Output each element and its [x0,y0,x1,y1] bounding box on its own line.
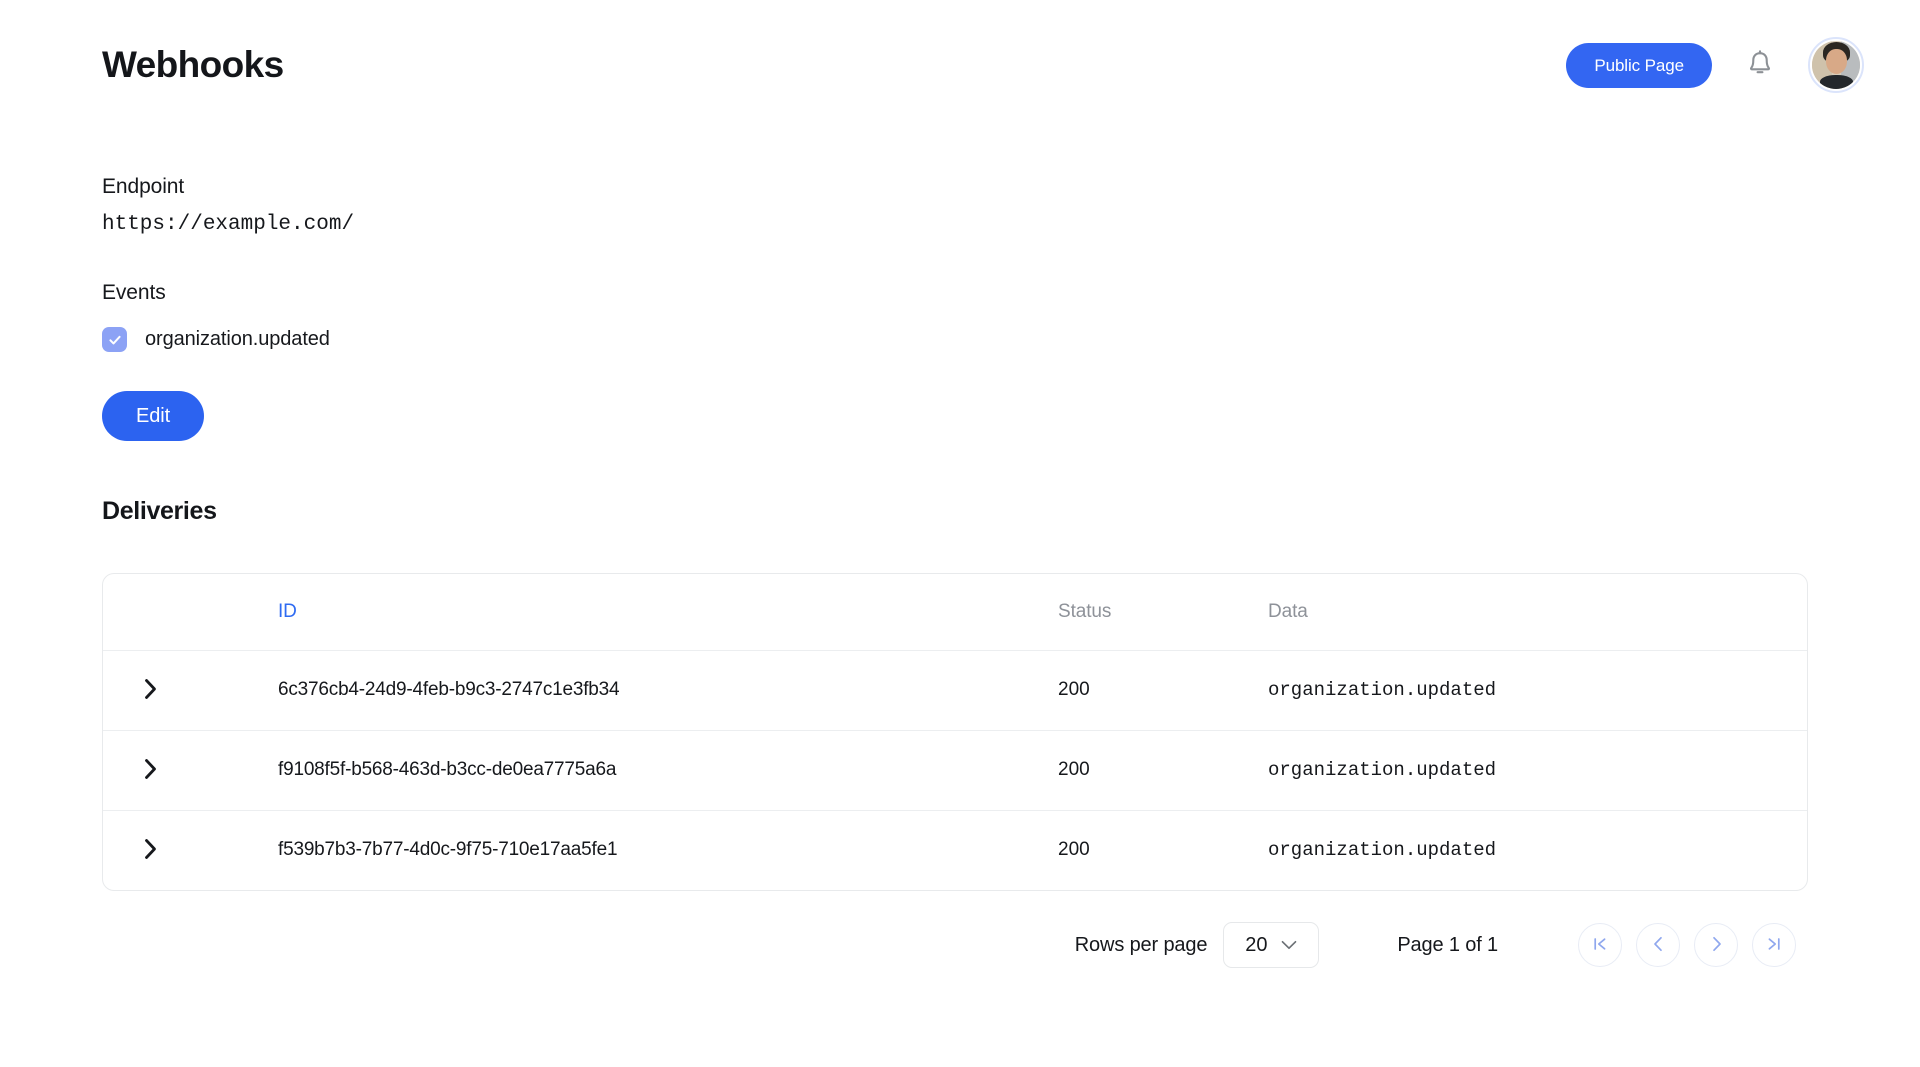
next-page-button[interactable] [1694,923,1738,967]
cell-data: organization.updated [1268,759,1497,781]
table-row[interactable]: f9108f5f-b568-463d-b3cc-de0ea7775a6a 200… [103,730,1807,810]
avatar-image [1812,41,1860,89]
cell-status: 200 [1058,759,1090,780]
first-page-button[interactable] [1578,923,1622,967]
events-section: Events organization.updated [102,281,1920,352]
cell-status: 200 [1058,839,1090,861]
rows-per-page-value: 20 [1245,933,1268,956]
cell-data: organization.updated [1268,679,1497,701]
cell-data: organization.updated [1268,839,1497,862]
table-row[interactable]: f539b7b3-7b77-4d0c-9f75-710e17aa5fe1 200… [103,810,1807,890]
column-header-data[interactable]: Data [1268,574,1807,650]
expand-row-button[interactable] [138,752,164,789]
chevron-right-icon [144,758,158,783]
edit-button[interactable]: Edit [102,391,205,441]
endpoint-value: https://example.com/ [102,213,355,236]
page-header: Webhooks Public Page [0,0,1920,130]
cell-id: f9108f5f-b568-463d-b3cc-de0ea7775a6a [278,759,617,780]
page-title: Webhooks [102,43,284,85]
table-row[interactable]: 6c376cb4-24d9-4feb-b9c3-2747c1e3fb34 200… [103,650,1807,730]
rows-per-page-label: Rows per page [1074,933,1208,956]
event-label: organization.updated [145,328,330,350]
pager-buttons [1578,923,1796,967]
endpoint-label: Endpoint [102,175,185,198]
column-header-expand [103,574,278,650]
column-header-status[interactable]: Status [1058,574,1268,650]
column-header-id[interactable]: ID [278,574,1058,650]
table-header-row: ID Status Data [103,574,1807,650]
expand-row-button[interactable] [138,672,164,709]
header-actions: Public Page [1566,37,1864,93]
deliveries-table: ID Status Data 6c376cb4-24d9-4feb-b9c3-2… [103,574,1807,890]
table-header: ID Status Data [103,574,1807,650]
next-page-icon [1711,936,1722,955]
expand-cell [103,730,278,810]
pagination-bar: Rows per page 20 Page 1 of 1 [102,922,1808,968]
check-icon [107,332,123,348]
event-item: organization.updated [102,327,1920,352]
public-page-button[interactable]: Public Page [1566,42,1712,88]
chevron-down-icon [1281,934,1297,957]
cell-status: 200 [1058,679,1090,700]
notifications-button[interactable] [1738,43,1782,87]
chevron-right-icon [144,678,158,703]
previous-page-icon [1653,936,1664,955]
rows-per-page-select[interactable]: 20 [1223,922,1320,968]
previous-page-button[interactable] [1636,923,1680,967]
deliveries-title: Deliveries [102,497,217,525]
expand-cell [103,810,278,890]
bell-icon [1747,49,1773,81]
webhooks-page: Webhooks Public Page Endpoint https://ex… [0,0,1920,1067]
endpoint-section: Endpoint https://example.com/ [102,175,1920,236]
avatar[interactable] [1808,37,1864,93]
chevron-right-icon [144,838,158,863]
page-content: Endpoint https://example.com/ Events org… [0,130,1920,968]
deliveries-table-container: ID Status Data 6c376cb4-24d9-4feb-b9c3-2… [102,573,1808,891]
cell-id: 6c376cb4-24d9-4feb-b9c3-2747c1e3fb34 [278,679,620,700]
event-checkbox[interactable] [102,327,127,352]
first-page-icon [1592,937,1608,954]
page-indicator: Page 1 of 1 [1397,933,1498,956]
last-page-icon [1766,937,1782,954]
expand-row-button[interactable] [138,832,164,869]
events-label: Events [102,281,166,304]
expand-cell [103,650,278,730]
table-body: 6c376cb4-24d9-4feb-b9c3-2747c1e3fb34 200… [103,650,1807,890]
cell-id: f539b7b3-7b77-4d0c-9f75-710e17aa5fe1 [278,839,618,861]
last-page-button[interactable] [1752,923,1796,967]
